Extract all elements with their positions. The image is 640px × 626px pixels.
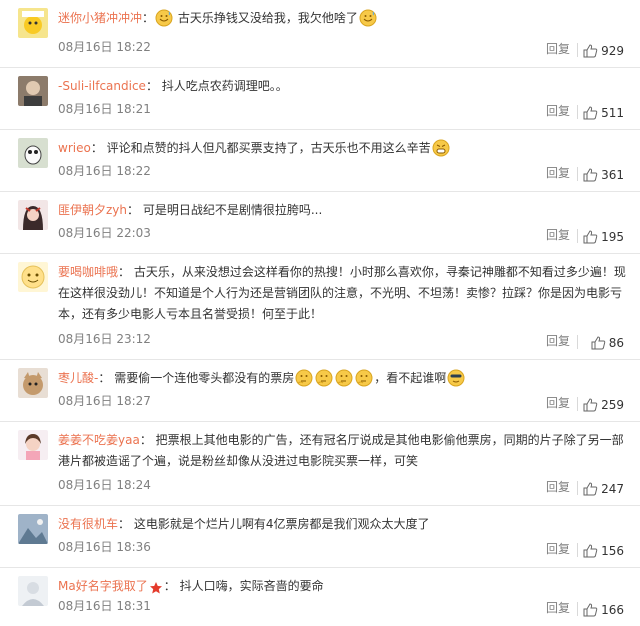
- username-link[interactable]: wrieo: [58, 141, 91, 155]
- username-link[interactable]: 姜姜不吃姜yaa: [58, 433, 140, 447]
- like-button[interactable]: 166: [582, 602, 624, 618]
- comment-list: 迷你小猪冲冲冲： 古天乐挣钱又没给我，我欠他啥了 08月16日 18:22 回复…: [0, 0, 640, 626]
- like-count: 156: [601, 544, 624, 558]
- thumbs-up-icon: [590, 335, 606, 351]
- avatar[interactable]: [18, 262, 48, 292]
- reply-button[interactable]: 回复: [546, 164, 570, 181]
- divider: [577, 481, 578, 495]
- comment-item: 匪伊朝夕zyh： 可是明日战纪不是剧情很拉胯吗... 08月16日 22:03 …: [0, 192, 640, 254]
- like-button[interactable]: 86: [590, 335, 624, 351]
- divider: [577, 602, 578, 616]
- like-button[interactable]: 247: [582, 481, 624, 497]
- comment-item: 枣儿酸-： 需要偷一个连他零头都没有的票房 ，看不起谁啊 08月16日 18:27…: [0, 360, 640, 422]
- comment-text: 迷你小猪冲冲冲： 古天乐挣钱又没给我，我欠他啥了: [58, 8, 626, 34]
- comment-item: wrieo： 评论和点赞的抖人但凡都买票支持了，古天乐也不用这么辛苦 08月16…: [0, 130, 640, 192]
- like-button[interactable]: 361: [582, 167, 624, 183]
- comment-item: 姜姜不吃姜yaa： 把票根上其他电影的广告，还有冠名厅说成是其他电影偷他票房，同…: [0, 422, 640, 506]
- like-count: 247: [601, 482, 624, 496]
- like-count: 166: [601, 603, 624, 617]
- divider: [577, 229, 578, 243]
- divider: [577, 167, 578, 181]
- thumbs-up-icon: [582, 602, 598, 618]
- comment-item: 迷你小猪冲冲冲： 古天乐挣钱又没给我，我欠他啥了 08月16日 18:22 回复…: [0, 0, 640, 68]
- like-button[interactable]: 259: [582, 397, 624, 413]
- comment-time: 08月16日 18:27: [58, 394, 151, 408]
- cool-face-emoji-icon: [447, 369, 465, 394]
- avatar[interactable]: [18, 368, 48, 398]
- divider: [577, 543, 578, 557]
- like-count: 511: [601, 106, 624, 120]
- thinking-face-emoji-icon: [295, 369, 313, 394]
- thumbs-up-icon: [582, 397, 598, 413]
- thumbs-up-icon: [582, 105, 598, 121]
- thinking-face-emoji-icon: [315, 369, 333, 394]
- comment-item: 要喝咖啡哦： 古天乐，从来没想过会这样看你的热搜！小时那么喜欢你，寻秦记神雕都不…: [0, 254, 640, 360]
- comment-time: 08月16日 22:03: [58, 226, 151, 240]
- divider: [577, 43, 578, 57]
- comment-text: 没有很机车： 这电影就是个烂片儿啊有4亿票房都是我们观众太大度了: [58, 517, 430, 531]
- username-link[interactable]: -Suli-ilfcandice: [58, 79, 146, 93]
- avatar[interactable]: [18, 576, 48, 606]
- like-button[interactable]: 511: [582, 105, 624, 121]
- reply-button[interactable]: 回复: [546, 540, 570, 557]
- sweat-smile-emoji-icon: [359, 9, 377, 34]
- divider: [577, 397, 578, 411]
- sweat-smile-emoji-icon: [155, 9, 173, 34]
- username-link[interactable]: Ma好名字我取了: [58, 579, 148, 593]
- avatar[interactable]: [18, 430, 48, 460]
- like-count: 929: [601, 44, 624, 58]
- thumbs-up-icon: [582, 481, 598, 497]
- like-count: 259: [601, 398, 624, 412]
- avatar[interactable]: [18, 200, 48, 230]
- comment-text: 姜姜不吃姜yaa： 把票根上其他电影的广告，还有冠名厅说成是其他电影偷他票房，同…: [58, 433, 624, 468]
- reply-button[interactable]: 回复: [546, 226, 570, 243]
- like-button[interactable]: 929: [582, 43, 624, 59]
- thumbs-up-icon: [582, 229, 598, 245]
- divider: [577, 105, 578, 119]
- thinking-face-emoji-icon: [355, 369, 373, 394]
- username-link[interactable]: 迷你小猪冲冲冲: [58, 11, 142, 25]
- comment-item: 没有很机车： 这电影就是个烂片儿啊有4亿票房都是我们观众太大度了 08月16日 …: [0, 506, 640, 568]
- thumbs-up-icon: [582, 43, 598, 59]
- like-count: 195: [601, 230, 624, 244]
- like-button[interactable]: 156: [582, 543, 624, 559]
- thumbs-up-icon: [582, 167, 598, 183]
- comment-text: 枣儿酸-： 需要偷一个连他零头都没有的票房 ，看不起谁啊: [58, 368, 626, 394]
- comment-item: Ma好名字我取了： 抖人口嗨，实际吝啬的要命 08月16日 18:31 回复 1…: [0, 568, 640, 626]
- comment-time: 08月16日 18:36: [58, 540, 151, 554]
- comment-time: 08月16日 23:12: [58, 332, 151, 346]
- like-count: 86: [608, 336, 624, 350]
- thumbs-up-icon: [582, 543, 598, 559]
- username-link[interactable]: 没有很机车: [58, 517, 118, 531]
- avatar[interactable]: [18, 76, 48, 106]
- reply-button[interactable]: 回复: [546, 102, 570, 119]
- reply-button[interactable]: 回复: [546, 394, 570, 411]
- comment-time: 08月16日 18:24: [58, 478, 151, 492]
- username-link[interactable]: 匪伊朝夕zyh: [58, 203, 127, 217]
- comment-time: 08月16日 18:21: [58, 102, 151, 116]
- comment-time: 08月16日 18:22: [58, 164, 151, 178]
- reply-button[interactable]: 回复: [546, 478, 570, 495]
- divider: [577, 335, 578, 349]
- comment-text: 匪伊朝夕zyh： 可是明日战纪不是剧情很拉胯吗...: [58, 203, 323, 217]
- username-link[interactable]: 枣儿酸-: [58, 371, 98, 385]
- avatar[interactable]: [18, 8, 48, 38]
- thinking-face-emoji-icon: [335, 369, 353, 394]
- comment-text: 要喝咖啡哦： 古天乐，从来没想过会这样看你的热搜！小时那么喜欢你，寻秦记神雕都不…: [58, 265, 626, 321]
- reply-button[interactable]: 回复: [546, 599, 570, 616]
- like-button[interactable]: 195: [582, 229, 624, 245]
- tired-face-emoji-icon: [432, 139, 450, 164]
- like-count: 361: [601, 168, 624, 182]
- comment-text: wrieo： 评论和点赞的抖人但凡都买票支持了，古天乐也不用这么辛苦: [58, 138, 626, 164]
- comment-text: -Suli-ilfcandice： 抖人吃点农药调理吧。。: [58, 79, 288, 93]
- reply-button[interactable]: 回复: [546, 40, 570, 57]
- comment-item: -Suli-ilfcandice： 抖人吃点农药调理吧。。 08月16日 18:…: [0, 68, 640, 130]
- comment-time: 08月16日 18:22: [58, 40, 151, 54]
- username-link[interactable]: 要喝咖啡哦: [58, 265, 118, 279]
- avatar[interactable]: [18, 138, 48, 168]
- comment-time: 08月16日 18:31: [58, 599, 151, 613]
- avatar[interactable]: [18, 514, 48, 544]
- reply-button[interactable]: 回复: [546, 332, 570, 349]
